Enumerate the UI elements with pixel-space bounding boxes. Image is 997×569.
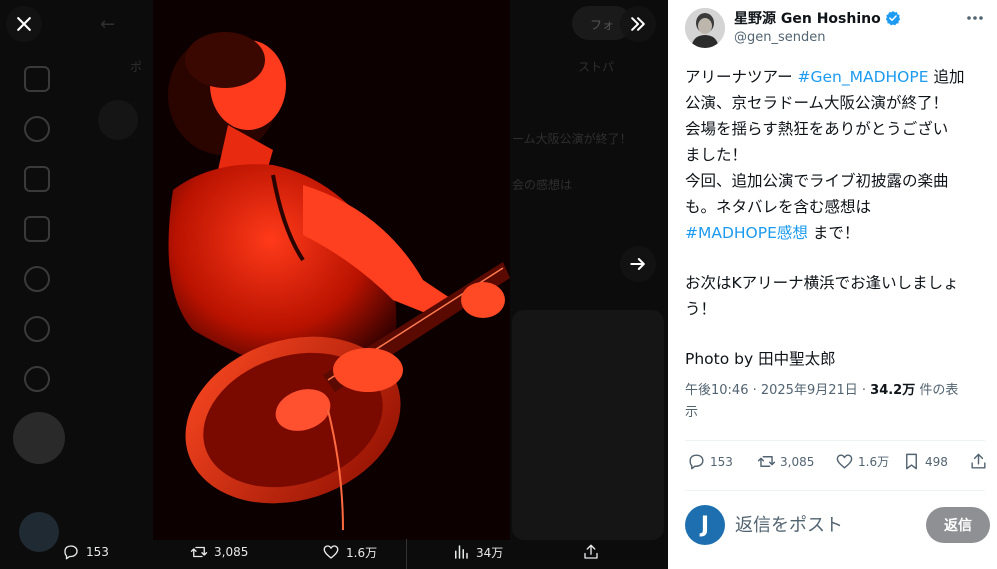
author-name[interactable]: 星野源 Gen Hoshino — [734, 8, 881, 28]
tweet-panel: 星野源 Gen Hoshino @gen_senden アリーナツアー #Gen… — [668, 0, 997, 569]
heart-icon — [836, 454, 853, 469]
reply-icon — [64, 545, 78, 560]
share-icon — [971, 453, 986, 469]
tweet-action-bar: 153 3,085 1.6万 498 — [685, 452, 990, 478]
compose-button — [13, 412, 65, 464]
collapse-panel-button[interactable] — [620, 6, 656, 42]
tweet-line: 公演、京セラドーム大阪公演が終了！ — [685, 94, 949, 112]
tweet-text: アリーナツアー — [685, 68, 798, 86]
more-options-button[interactable] — [965, 10, 985, 26]
bookmark-button[interactable]: 498 — [902, 452, 948, 471]
bookmark-icon — [906, 453, 917, 470]
author-avatar[interactable] — [685, 8, 725, 48]
back-arrow-icon: ← — [100, 14, 116, 35]
bell-icon — [24, 166, 50, 192]
media-action-bar: 153 3,085 1.6万 34万 — [0, 539, 668, 569]
views-count: 34万 — [476, 545, 504, 560]
like-button[interactable]: 1.6万 — [322, 543, 377, 561]
divider — [406, 539, 407, 569]
reply-count: 153 — [710, 454, 733, 469]
views-label: 件の表 — [915, 383, 959, 398]
more-dots-icon — [967, 16, 983, 20]
media-viewer: ← ポ ーム大阪公演が終了！ 会の感想は ストパ フォ 153 3,085 1.… — [0, 0, 668, 569]
share-button[interactable] — [582, 543, 606, 561]
reply-count: 153 — [86, 545, 109, 559]
next-image-button[interactable] — [620, 246, 656, 282]
search-icon — [24, 116, 50, 142]
guitarist-photo — [153, 0, 510, 540]
background-text: 会の感想は — [512, 178, 573, 192]
tweet-line: ました！ — [685, 146, 748, 164]
tweet-datetime[interactable]: 午後10:46 · 2025年9月21日 · — [685, 383, 870, 398]
reply-submit-button[interactable]: 返信 — [926, 507, 990, 543]
tweet-line: アリーナツアー #Gen_MADHOPE 追加 — [685, 64, 985, 90]
tweet-line: お次はKアリーナ横浜でお逢いしましょ — [685, 274, 959, 292]
reply-button[interactable]: 153 — [687, 452, 733, 471]
background-avatar — [98, 100, 138, 140]
share-button[interactable] — [969, 452, 992, 471]
bookmark-count: 498 — [925, 454, 948, 469]
repost-icon — [757, 456, 776, 467]
repost-button[interactable]: 3,085 — [757, 452, 814, 471]
like-button[interactable]: 1.6万 — [835, 452, 889, 471]
concert-photo — [153, 0, 510, 540]
more-circle-icon — [24, 366, 50, 392]
background-nav — [0, 0, 80, 569]
like-count: 1.6万 — [346, 545, 378, 560]
author-name-row[interactable]: 星野源 Gen Hoshino — [734, 8, 901, 28]
like-count: 1.6万 — [858, 455, 890, 469]
tweet-line: 今回、追加公演でライブ初披露の楽曲 — [685, 172, 949, 190]
author-handle[interactable]: @gen_senden — [734, 30, 826, 45]
tweet-line: う！ — [685, 300, 717, 318]
background-image — [512, 310, 664, 540]
home-icon — [24, 66, 50, 92]
reply-button[interactable]: 153 — [62, 543, 109, 561]
tweet-line: 会場を揺らす熱狂をありがとうござい — [685, 120, 949, 138]
tweet-meta: 午後10:46 · 2025年9月21日 · 34.2万 件の表 示 — [685, 380, 985, 424]
reply-composer: J 返信 — [685, 505, 990, 545]
hashtag-link[interactable]: #MADHOPE感想 — [685, 224, 808, 242]
tweet-text: 追加 — [928, 68, 965, 86]
reply-icon — [689, 454, 704, 470]
background-text: ーム大阪公演が終了！ — [512, 132, 632, 146]
repost-count: 3,085 — [780, 454, 815, 469]
profile-icon — [24, 316, 50, 342]
background-tab: ポ — [130, 60, 143, 74]
double-chevron-right-icon — [631, 17, 645, 31]
background-text: ストパ — [578, 60, 615, 74]
hashtag-link[interactable]: #Gen_MADHOPE — [798, 68, 929, 86]
author-photo — [685, 8, 725, 48]
grok-icon — [24, 266, 50, 292]
share-icon — [584, 544, 598, 559]
tweet-line: #MADHOPE感想 まで！ — [685, 220, 985, 246]
repost-count: 3,085 — [214, 545, 249, 559]
tweet-line: も。ネタバレを含む感想は — [685, 198, 872, 216]
close-icon — [17, 17, 31, 31]
reply-input[interactable] — [735, 513, 915, 537]
close-button[interactable] — [6, 6, 42, 42]
views-button[interactable]: 34万 — [452, 543, 503, 561]
repost-button[interactable]: 3,085 — [190, 543, 248, 561]
arrow-right-icon — [630, 258, 645, 270]
divider — [685, 440, 985, 441]
background-follow-label: フォ — [590, 18, 615, 32]
tweet-line: Photo by 田中聖太郎 — [685, 350, 836, 368]
divider — [685, 490, 985, 491]
user-avatar[interactable]: J — [685, 505, 725, 545]
views-icon — [455, 545, 468, 559]
mail-icon — [24, 216, 50, 242]
views-label: 示 — [685, 405, 699, 420]
tweet-text: まで！ — [807, 224, 860, 242]
tweet-body: アリーナツアー #Gen_MADHOPE 追加 公演、京セラドーム大阪公演が終了… — [685, 64, 985, 372]
heart-icon — [323, 545, 339, 559]
views-count: 34.2万 — [870, 383, 916, 398]
verified-badge-icon — [885, 11, 901, 26]
repost-icon — [190, 546, 208, 558]
